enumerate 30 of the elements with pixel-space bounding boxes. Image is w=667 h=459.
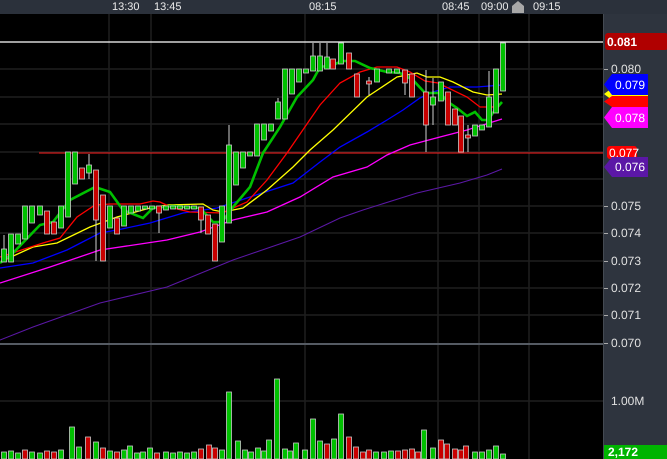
price-label: 0.073 (611, 254, 642, 268)
volume-bar (85, 436, 91, 459)
price-tag: 0.081 (605, 33, 667, 50)
price-label: 0.072 (611, 281, 642, 295)
price-label: 0.070 (611, 336, 642, 350)
candle (366, 76, 372, 96)
volume-tag: 2,172 (604, 445, 667, 459)
candle (386, 68, 392, 74)
price-label: 0.080 (611, 62, 642, 76)
candle (374, 68, 380, 82)
price-flag: 0.078 (604, 107, 648, 128)
candle (354, 74, 360, 98)
volume-bar (302, 450, 308, 459)
candle (338, 42, 344, 64)
marker-icon (512, 1, 524, 13)
price-flag: 0.079 (604, 74, 648, 95)
time-label: 09:00 (481, 0, 509, 14)
time-label: 13:45 (154, 0, 182, 14)
time-label: 09:15 (533, 0, 561, 14)
candle (346, 52, 352, 70)
price-label: 0.071 (611, 308, 642, 322)
volume-label: 1.00M (611, 394, 644, 408)
price-label: 0.074 (611, 226, 642, 240)
candle (394, 68, 400, 74)
time-label: 08:15 (309, 0, 337, 14)
volume-bar (430, 448, 436, 459)
price-label: 0.075 (611, 199, 642, 213)
price-flag: 0.076 (604, 157, 648, 177)
time-label: 13:30 (112, 0, 140, 14)
time-label: 08:45 (442, 0, 470, 14)
